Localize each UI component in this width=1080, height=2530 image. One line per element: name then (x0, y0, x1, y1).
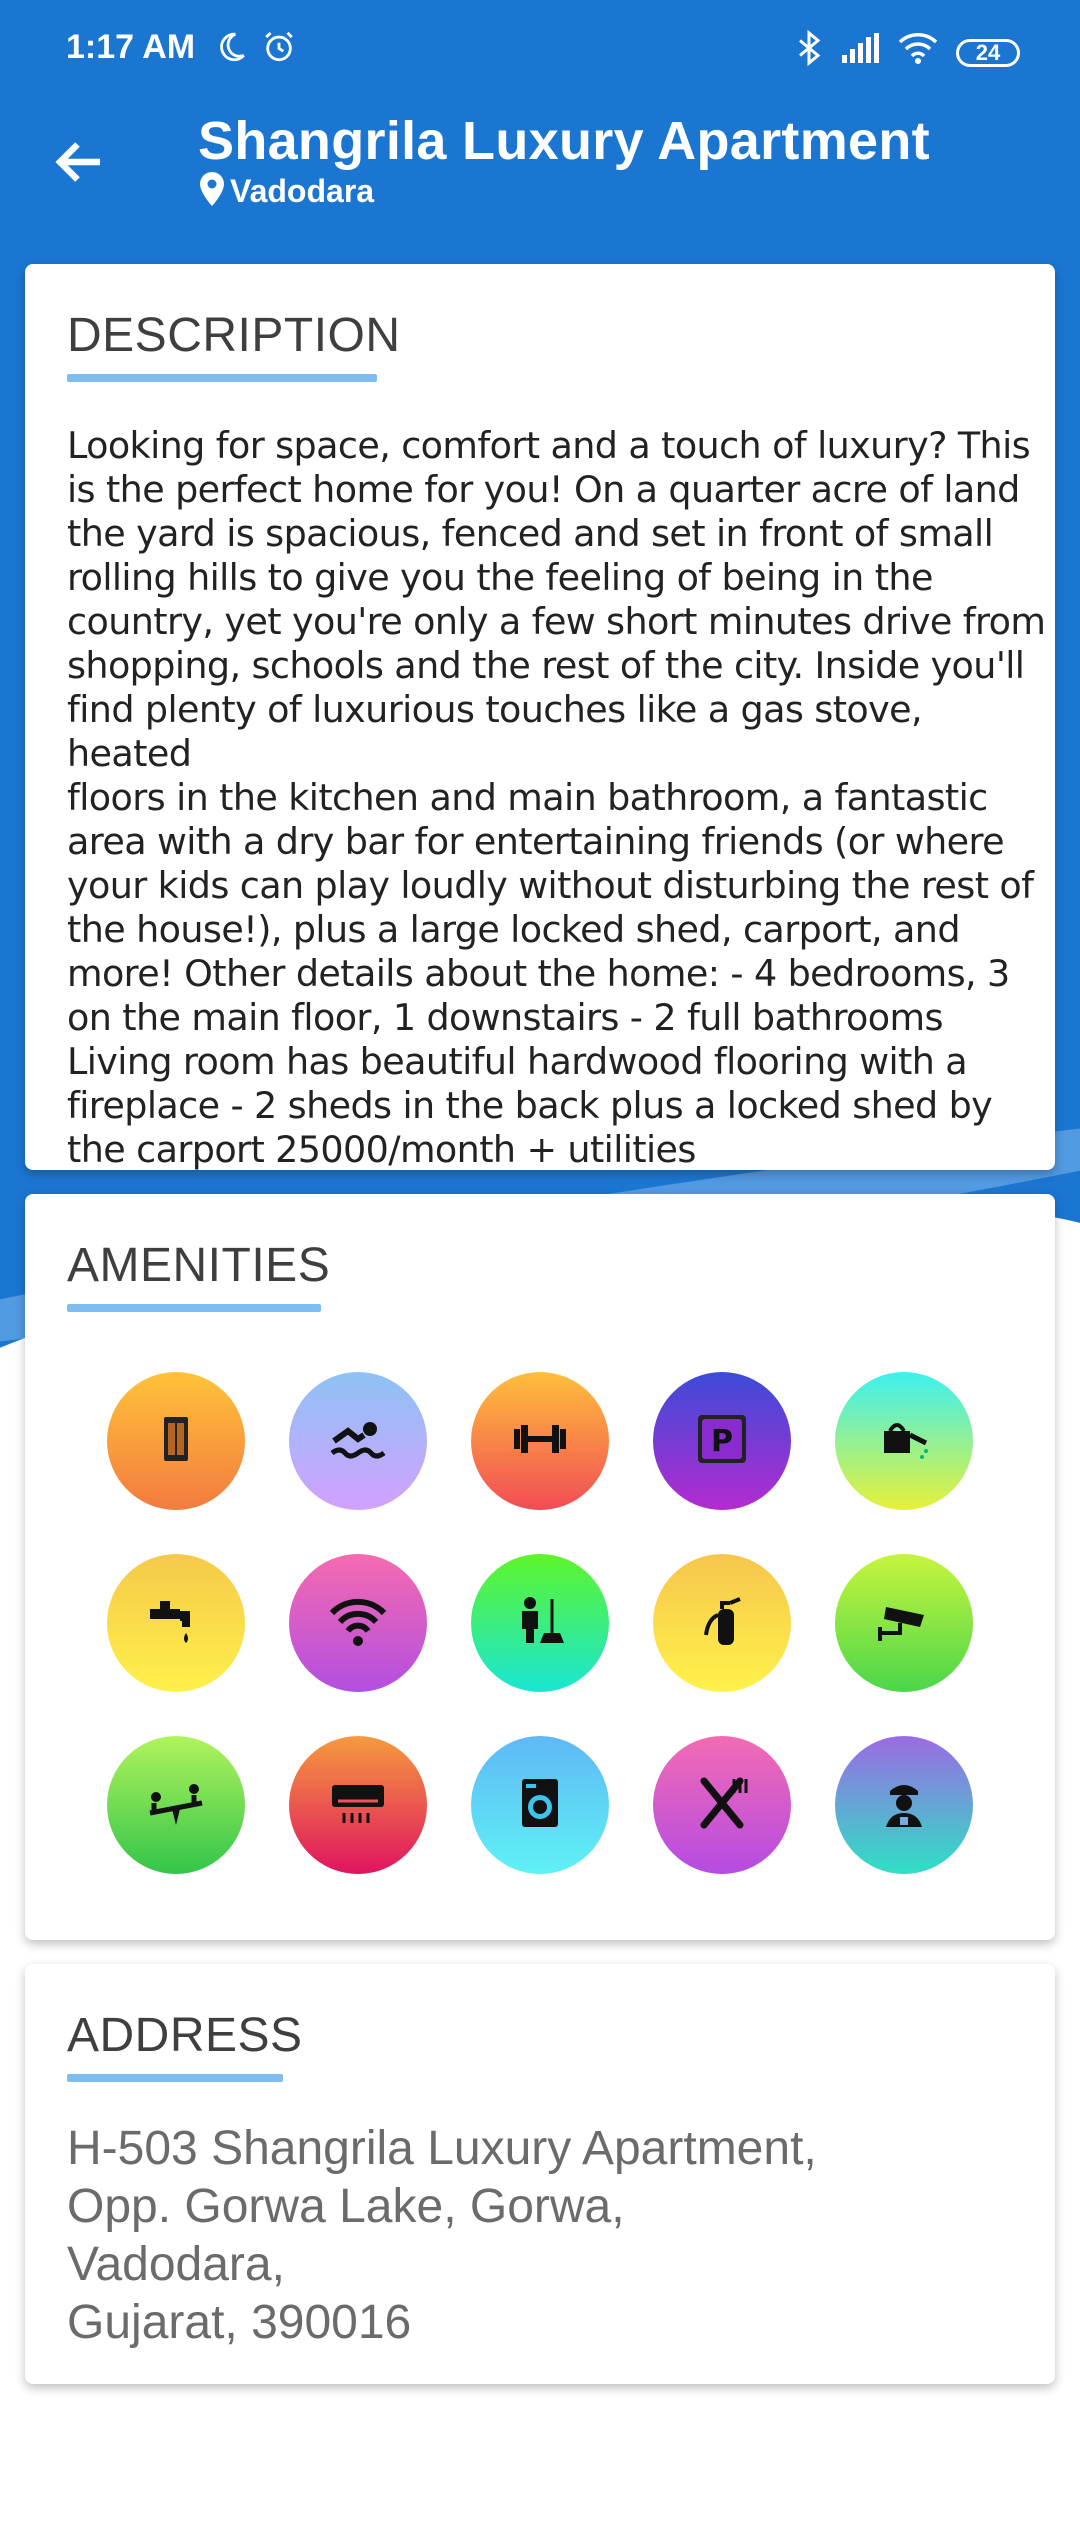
alarm-icon (262, 30, 296, 73)
amenity-item[interactable] (289, 1554, 427, 1692)
amenities-heading: AMENITIES (67, 1239, 331, 1292)
description-line: Looking for space, comfort and a touch o… (67, 424, 1031, 467)
restaurant-icon (690, 1771, 754, 1840)
description-line: fireplace - 2 sheds in the back plus a l… (67, 1084, 993, 1127)
description-line: your kids can play loudly without distur… (67, 864, 1034, 907)
amenity-item[interactable] (835, 1372, 973, 1510)
description-line: on the main floor, 1 downstairs - 2 full… (67, 996, 943, 1039)
description-text: Looking for space, comfort and a touch o… (67, 424, 1047, 1172)
amenity-item[interactable] (835, 1554, 973, 1692)
description-line: is the perfect home for you! On a quarte… (67, 468, 1020, 511)
amenity-item[interactable] (289, 1372, 427, 1510)
garden-watering-icon (872, 1407, 936, 1476)
address-underline (67, 2074, 283, 2082)
wifi-icon (326, 1589, 390, 1658)
fire-extinguisher-icon (690, 1589, 754, 1658)
lift-icon (144, 1407, 208, 1476)
status-bar: 1:17 AM 24 (0, 0, 1080, 96)
amenity-item[interactable] (653, 1736, 791, 1874)
back-arrow-icon[interactable] (50, 132, 110, 192)
description-line: more! Other details about the home: - 4 … (67, 952, 1010, 995)
address-line: Vadodara, (67, 2238, 285, 2291)
location-pin-icon (200, 172, 224, 211)
parking-icon: P (690, 1407, 754, 1476)
gym-icon (508, 1407, 572, 1476)
amenity-item[interactable] (653, 1554, 791, 1692)
address-line: H-503 Shangrila Luxury Apartment, (67, 2122, 817, 2175)
description-line: Living room has beautiful hardwood floor… (67, 1040, 968, 1083)
amenity-item[interactable] (471, 1372, 609, 1510)
amenities-grid: P (107, 1372, 1007, 1874)
housekeeping-icon (508, 1589, 572, 1658)
location-city: Vadodara (230, 173, 375, 209)
description-underline (67, 374, 377, 382)
wifi-status-icon (898, 32, 938, 73)
address-text: H-503 Shangrila Luxury Apartment, Opp. G… (67, 2120, 1027, 2352)
signal-icon (840, 33, 880, 72)
cctv-icon (872, 1589, 936, 1658)
amenities-underline (67, 1304, 321, 1312)
amenity-item[interactable] (289, 1736, 427, 1874)
playground-icon (144, 1771, 208, 1840)
amenity-item[interactable] (107, 1372, 245, 1510)
water-tap-icon (144, 1589, 208, 1658)
laundry-icon (508, 1771, 572, 1840)
description-line: the carport 25000/month + utilities (67, 1128, 696, 1171)
description-line: floors in the kitchen and main bathroom,… (67, 776, 988, 819)
address-card: ADDRESS H-503 Shangrila Luxury Apartment… (25, 1964, 1055, 2384)
svg-text:P: P (711, 1424, 733, 1459)
address-line: Gujarat, 390016 (67, 2296, 412, 2349)
description-heading: DESCRIPTION (67, 309, 401, 362)
security-guard-icon (872, 1771, 936, 1840)
app-bar: Shangrila Luxury Apartment Vadodara (0, 96, 1080, 256)
description-line: rolling hills to give you the feeling of… (67, 556, 933, 599)
description-line: the yard is spacious, fenced and set in … (67, 512, 994, 555)
description-line: shopping, schools and the rest of the ci… (67, 644, 1025, 687)
description-line: country, yet you're only a few short min… (67, 600, 1046, 643)
page-title: Shangrila Luxury Apartment (198, 111, 930, 171)
amenities-card: AMENITIES P (25, 1194, 1055, 1940)
amenity-item[interactable] (835, 1736, 973, 1874)
moon-icon (214, 30, 248, 73)
amenity-item[interactable] (107, 1554, 245, 1692)
status-time: 1:17 AM (66, 28, 196, 66)
air-conditioner-icon (326, 1771, 390, 1840)
amenity-item[interactable] (107, 1736, 245, 1874)
description-card: DESCRIPTION Looking for space, comfort a… (25, 264, 1055, 1172)
bluetooth-icon (796, 29, 822, 75)
description-line: the house!), plus a large locked shed, c… (67, 908, 961, 951)
amenity-item[interactable]: P (653, 1372, 791, 1510)
description-line: area with a dry bar for entertaining fri… (67, 820, 1005, 863)
amenity-item[interactable] (471, 1736, 609, 1874)
swimming-pool-icon (326, 1407, 390, 1476)
amenity-item[interactable] (471, 1554, 609, 1692)
battery-indicator: 24 (956, 38, 1020, 67)
address-line: Opp. Gorwa Lake, Gorwa, (67, 2180, 625, 2233)
description-line: find plenty of luxurious touches like a … (67, 688, 923, 775)
address-heading: ADDRESS (67, 2009, 303, 2062)
location-row: Vadodara (200, 172, 374, 211)
